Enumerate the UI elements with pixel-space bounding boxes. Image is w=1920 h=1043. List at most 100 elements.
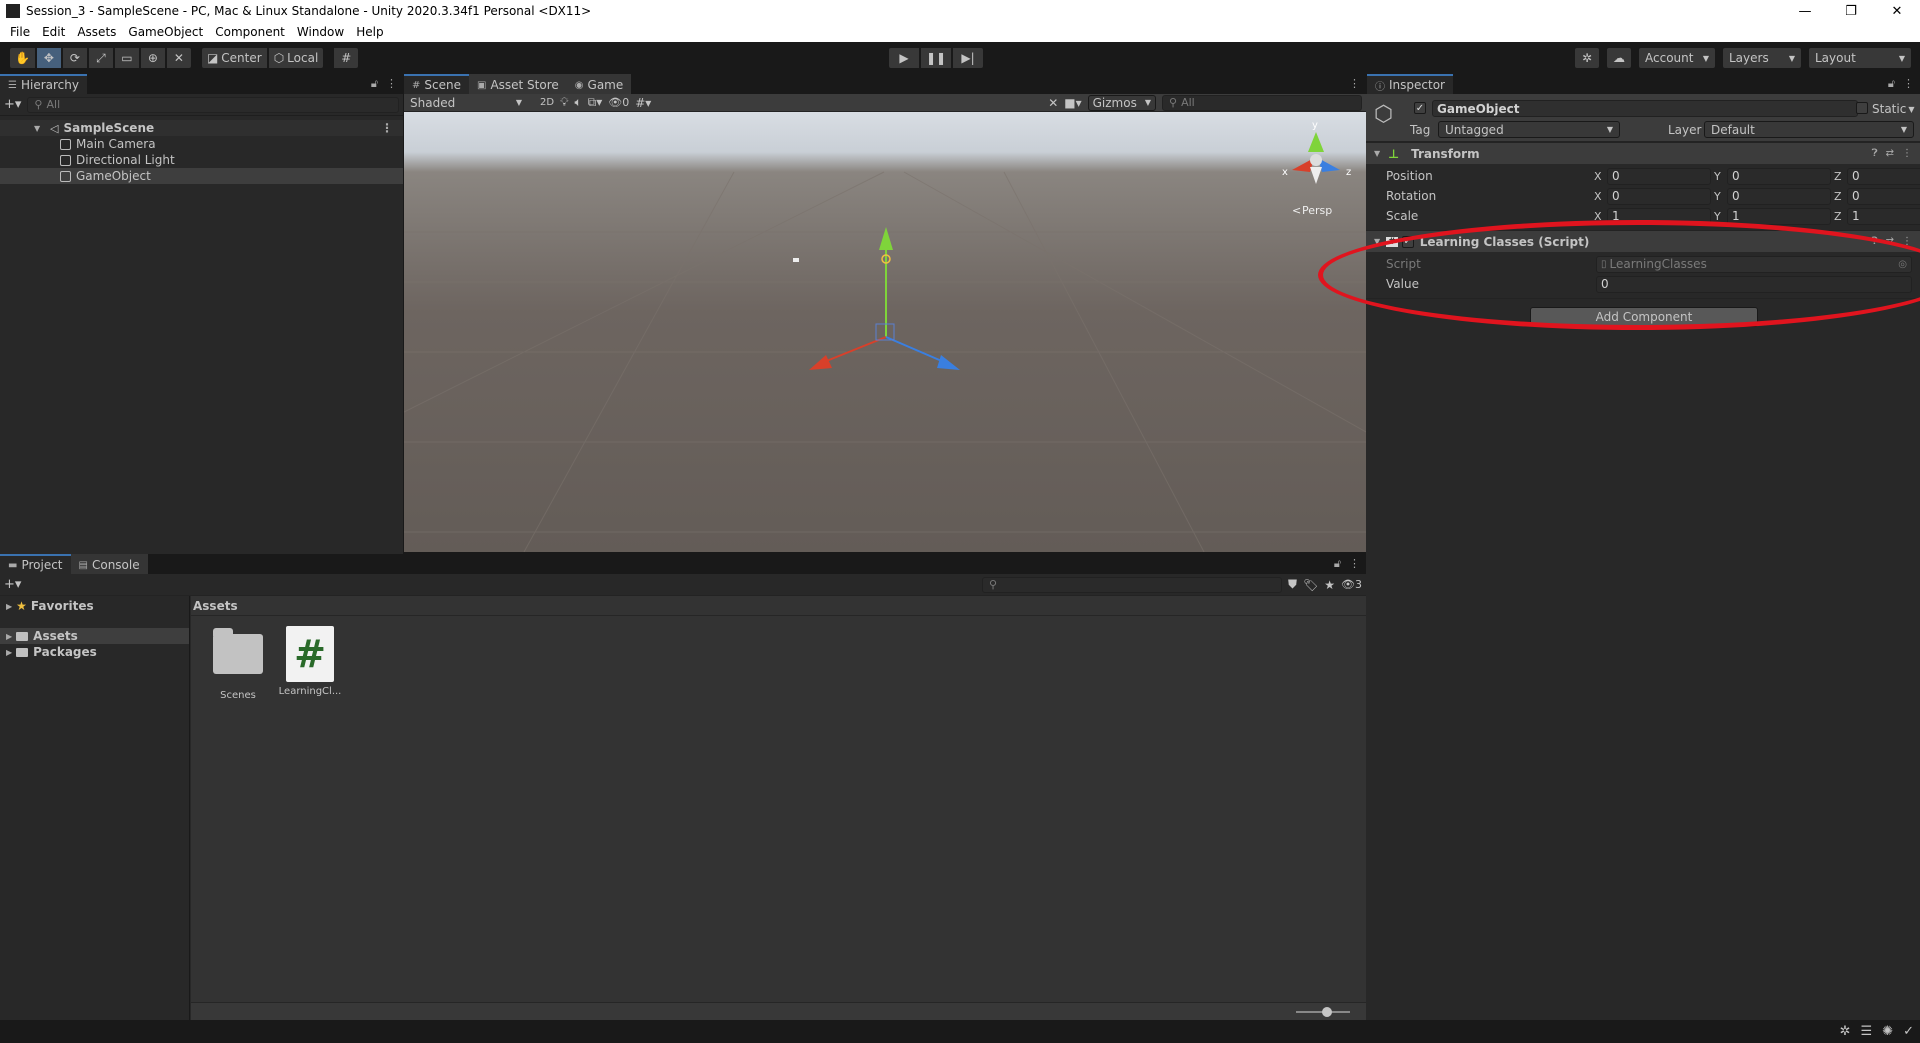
add-component-button[interactable]: Add Component (1530, 307, 1758, 327)
tree-item-packages[interactable]: ▶ Packages (0, 644, 189, 660)
breadcrumb-assets[interactable]: Assets (193, 599, 238, 613)
tab-project[interactable]: ▬ Project (0, 554, 71, 574)
menu-gameobject[interactable]: GameObject (122, 25, 209, 39)
lock-icon[interactable]: 🔓︎ (1334, 557, 1341, 571)
close-button[interactable]: ✕ (1874, 0, 1920, 22)
tab-asset-store[interactable]: ▣ Asset Store (468, 74, 567, 94)
asset-item-scenes[interactable]: Scenes (203, 626, 273, 701)
orientation-gizmo[interactable]: x z y (1282, 120, 1351, 184)
cloud-icon[interactable]: ☁ (1606, 47, 1632, 69)
z-axis-arrow[interactable] (937, 355, 960, 370)
layers-dropdown[interactable]: Layers ▼ (1722, 47, 1802, 69)
filter-by-type-icon[interactable]: ⛊ (1288, 577, 1297, 592)
filter-by-label-icon[interactable]: 🏷︎ (1303, 578, 1318, 592)
static-checkbox[interactable] (1856, 102, 1868, 114)
move-gizmo[interactable] (809, 227, 960, 370)
help-icon[interactable]: ❓︎ (1872, 236, 1878, 247)
bug-icon[interactable]: ✲ (1840, 1024, 1851, 1039)
persp-label[interactable]: < (1292, 204, 1301, 217)
position-z-input[interactable]: 0 (1847, 167, 1920, 185)
scale-z-input[interactable]: 1 (1847, 207, 1920, 225)
lighting-icon[interactable]: ✺ (1882, 1024, 1893, 1039)
more-menu-icon[interactable]: ⋮ (1349, 557, 1360, 571)
slider-thumb[interactable] (1322, 1007, 1332, 1017)
object-picker-icon[interactable]: ◎ (1898, 259, 1907, 270)
x-axis-handle[interactable] (823, 336, 887, 363)
tab-inspector[interactable]: ⓘ Inspector (1367, 74, 1453, 94)
script-object-field[interactable]: ▯ LearningClasses ◎ (1596, 255, 1912, 273)
more-menu-icon[interactable]: ⋮ (1902, 236, 1912, 247)
scale-x-input[interactable]: 1 (1607, 207, 1711, 225)
step-button[interactable]: ▶| (952, 47, 984, 69)
foldout-arrow-icon[interactable]: ▼ (1374, 237, 1380, 246)
collab-icon[interactable]: ✲ (1574, 47, 1600, 69)
gizmo-y-cone[interactable] (1308, 132, 1324, 152)
persp-label-text[interactable]: Persp (1302, 204, 1332, 217)
hierarchy-search-input[interactable]: ⚲ All (27, 96, 399, 113)
value-input[interactable]: 0 (1596, 275, 1912, 293)
preset-icon[interactable]: ⇄ (1886, 148, 1894, 159)
scale-y-input[interactable]: 1 (1727, 207, 1831, 225)
y-axis-arrow[interactable] (879, 227, 893, 250)
static-dropdown[interactable]: Static ▼ (1872, 101, 1914, 117)
grid-snap-icon[interactable]: # (333, 47, 360, 69)
pivot-local-button[interactable]: ⬡ Local (267, 47, 325, 69)
pause-button[interactable]: ❚❚ (920, 47, 952, 69)
scale-tool-icon[interactable]: ⤢ (87, 47, 114, 69)
tab-hierarchy[interactable]: ☰ Hierarchy (0, 74, 87, 94)
rotate-tool-icon[interactable]: ⟳ (61, 47, 88, 69)
scene-root-item[interactable]: ▼ ◁ SampleScene ⋮ (0, 120, 403, 136)
rotation-z-input[interactable]: 0 (1847, 187, 1920, 205)
effects-dropdown-icon[interactable]: ⧉▾ (588, 95, 603, 110)
rotation-x-input[interactable]: 0 (1607, 187, 1711, 205)
hierarchy-item-directional-light[interactable]: Directional Light (0, 152, 403, 168)
tree-item-assets[interactable]: ▶ Assets (0, 628, 189, 644)
create-button[interactable]: +▾ (4, 97, 21, 112)
pivot-center-button[interactable]: ◪ Center (200, 47, 268, 69)
hidden-objects-icon[interactable]: 👁︎0 (608, 96, 629, 109)
camera-dropdown-icon[interactable]: ■▾ (1064, 96, 1081, 110)
rect-tool-icon[interactable]: ▭ (113, 47, 140, 69)
tab-console[interactable]: ▤ Console (70, 554, 148, 574)
z-axis-handle[interactable] (885, 336, 945, 363)
lighting-toggle-icon[interactable]: 💡︎ (560, 95, 568, 110)
hidden-packages-icon[interactable]: 👁︎3 (1341, 578, 1362, 591)
layout-dropdown[interactable]: Layout ▼ (1808, 47, 1912, 69)
hierarchy-item-gameobject[interactable]: GameObject (0, 168, 403, 184)
check-icon[interactable]: ✓ (1903, 1024, 1914, 1039)
menu-help[interactable]: Help (350, 25, 389, 39)
account-dropdown[interactable]: Account ▼ (1638, 47, 1716, 69)
favorite-star-icon[interactable]: ★ (1324, 578, 1335, 592)
custom-tool-icon[interactable]: ✕ (165, 47, 192, 69)
hierarchy-item-main-camera[interactable]: Main Camera (0, 136, 403, 152)
foldout-arrow-icon[interactable]: ▼ (1374, 149, 1380, 158)
audio-toggle-icon[interactable]: 🔈︎ (574, 95, 581, 110)
create-button[interactable]: +▾ (4, 577, 21, 592)
database-icon[interactable]: ☰ (1861, 1024, 1873, 1039)
scene-search-input[interactable]: ⚲ All (1162, 94, 1362, 111)
play-button[interactable]: ▶ (888, 47, 920, 69)
help-icon[interactable]: ❓︎ (1872, 148, 1878, 159)
minimize-button[interactable]: — (1782, 0, 1828, 22)
x-axis-arrow[interactable] (809, 355, 832, 370)
grid-toggle-icon[interactable]: #▾ (635, 96, 651, 110)
tab-scene[interactable]: # Scene (404, 74, 469, 94)
more-menu-icon[interactable]: ⋮ (1902, 148, 1912, 159)
expand-arrow-icon[interactable]: ▶ (6, 632, 12, 641)
menu-component[interactable]: Component (209, 25, 291, 39)
position-y-input[interactable]: 0 (1727, 167, 1831, 185)
more-menu-icon[interactable]: ⋮ (1903, 77, 1914, 91)
lock-icon[interactable]: 🔓︎ (1888, 77, 1895, 91)
asset-item-learningclasses[interactable]: # LearningCl... (275, 626, 345, 697)
layer-dropdown[interactable]: Default ▼ (1704, 121, 1914, 138)
gizmo-neg-y-cone[interactable] (1310, 167, 1322, 184)
active-checkbox[interactable]: ✓ (1414, 102, 1426, 114)
restore-button[interactable]: ❐ (1828, 0, 1874, 22)
script-component-header[interactable]: ▼ # ✓ Learning Classes (Script) ❓︎ ⇄ ⋮ (1366, 230, 1920, 252)
gizmos-dropdown[interactable]: Gizmos ▼ (1087, 94, 1156, 111)
transform-component-header[interactable]: ▼ ⊥ Transform ❓︎ ⇄ ⋮ (1366, 142, 1920, 164)
transform-tool-icon[interactable]: ⊕ (139, 47, 166, 69)
expand-arrow-icon[interactable]: ▶ (6, 602, 12, 611)
more-menu-icon[interactable]: ⋮ (386, 77, 397, 91)
tab-game[interactable]: ◉ Game (566, 74, 632, 94)
